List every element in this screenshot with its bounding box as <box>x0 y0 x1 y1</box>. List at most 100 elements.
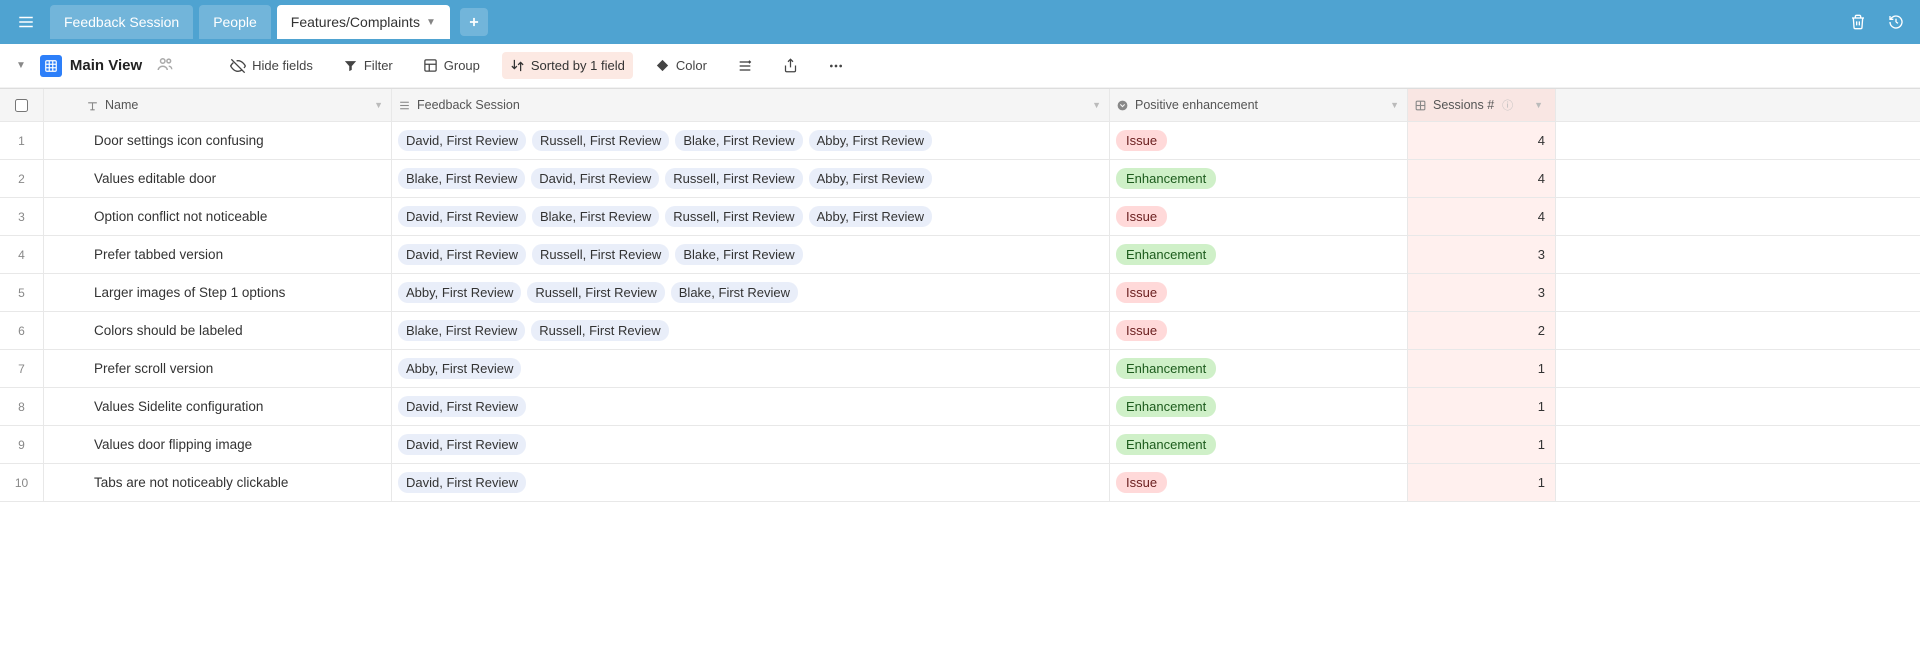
chevron-down-icon[interactable]: ▼ <box>1532 100 1545 110</box>
row-number[interactable]: 9 <box>0 426 44 463</box>
table-row[interactable]: 7Prefer scroll version Abby, First Review… <box>0 350 1920 388</box>
cell-positive[interactable]: Enhancement <box>1110 426 1408 463</box>
linked-record-chip[interactable]: Abby, First Review <box>398 358 521 379</box>
cell-name[interactable]: Prefer scroll version <box>44 350 392 387</box>
linked-record-chip[interactable]: Russell, First Review <box>532 130 669 151</box>
row-number[interactable]: 2 <box>0 160 44 197</box>
select-all-cell[interactable] <box>0 89 44 121</box>
cell-positive[interactable]: Enhancement <box>1110 350 1408 387</box>
cell-name[interactable]: Option conflict not noticeable <box>44 198 392 235</box>
cell-name[interactable]: Prefer tabbed version <box>44 236 392 273</box>
history-icon[interactable] <box>1880 6 1912 38</box>
cell-feedback[interactable]: David, First Review Blake, First Review Ru… <box>392 198 1110 235</box>
cell-feedback[interactable]: Blake, First Review David, First Review Ru… <box>392 160 1110 197</box>
cell-positive[interactable]: Issue <box>1110 312 1408 349</box>
cell-sessions[interactable]: 1 <box>1408 426 1556 463</box>
cell-feedback[interactable]: David, First Review <box>392 426 1110 463</box>
linked-record-chip[interactable]: Blake, First Review <box>671 282 798 303</box>
row-number[interactable]: 7 <box>0 350 44 387</box>
linked-record-chip[interactable]: David, First Review <box>398 206 526 227</box>
cell-positive[interactable]: Enhancement <box>1110 388 1408 425</box>
column-header-sessions[interactable]: Sessions # ⓘ ▼ <box>1408 89 1556 121</box>
cell-name[interactable]: Values editable door <box>44 160 392 197</box>
cell-positive[interactable]: Enhancement <box>1110 160 1408 197</box>
table-row[interactable]: 6Colors should be labeledBlake, First Re… <box>0 312 1920 350</box>
linked-record-chip[interactable]: Blake, First Review <box>532 206 659 227</box>
cell-name[interactable]: Values door flipping image <box>44 426 392 463</box>
chevron-down-icon[interactable]: ▼ <box>1388 100 1401 110</box>
cell-name[interactable]: Larger images of Step 1 options <box>44 274 392 311</box>
menu-button[interactable] <box>8 4 44 40</box>
linked-record-chip[interactable]: David, First Review <box>398 130 526 151</box>
cell-sessions[interactable]: 1 <box>1408 464 1556 501</box>
linked-record-chip[interactable]: Blake, First Review <box>675 244 802 265</box>
collaborators-icon[interactable] <box>156 55 174 76</box>
linked-record-chip[interactable]: David, First Review <box>398 244 526 265</box>
select-all-checkbox[interactable] <box>15 99 28 112</box>
chevron-down-icon[interactable]: ▼ <box>426 17 436 28</box>
cell-feedback[interactable]: David, First Review <box>392 388 1110 425</box>
row-number[interactable]: 5 <box>0 274 44 311</box>
filter-button[interactable]: Filter <box>335 52 401 79</box>
linked-record-chip[interactable]: Abby, First Review <box>809 130 932 151</box>
chevron-down-icon[interactable]: ▼ <box>1090 100 1103 110</box>
color-button[interactable]: Color <box>647 52 715 79</box>
linked-record-chip[interactable]: Russell, First Review <box>665 206 802 227</box>
table-row[interactable]: 2Values editable doorBlake, First Review… <box>0 160 1920 198</box>
cell-name[interactable]: Tabs are not noticeably clickable <box>44 464 392 501</box>
cell-positive[interactable]: Issue <box>1110 464 1408 501</box>
row-height-button[interactable] <box>729 52 761 80</box>
linked-record-chip[interactable]: Blake, First Review <box>398 168 525 189</box>
cell-sessions[interactable]: 4 <box>1408 198 1556 235</box>
cell-name[interactable]: Door settings icon confusing <box>44 122 392 159</box>
sort-button[interactable]: Sorted by 1 field <box>502 52 633 79</box>
cell-positive[interactable]: Issue <box>1110 122 1408 159</box>
cell-feedback[interactable]: Blake, First ReviewRussell, First Review <box>392 312 1110 349</box>
hide-fields-button[interactable]: Hide fields <box>222 52 321 80</box>
cell-feedback[interactable]: David, First Review Russell, First Review… <box>392 236 1110 273</box>
info-icon[interactable]: ⓘ <box>1502 97 1513 113</box>
column-header-feedback[interactable]: Feedback Session ▼ <box>392 89 1110 121</box>
table-row[interactable]: 5Larger images of Step 1 options Abby, Fi… <box>0 274 1920 312</box>
cell-sessions[interactable]: 4 <box>1408 122 1556 159</box>
linked-record-chip[interactable]: Russell, First Review <box>665 168 802 189</box>
table-row[interactable]: 1Door settings icon confusingDavid, Firs… <box>0 122 1920 160</box>
cell-sessions[interactable]: 4 <box>1408 160 1556 197</box>
column-header-positive[interactable]: Positive enhancement ▼ <box>1110 89 1408 121</box>
table-row[interactable]: 9Values door flipping image David, First … <box>0 426 1920 464</box>
cell-positive[interactable]: Issue <box>1110 274 1408 311</box>
cell-sessions[interactable]: 2 <box>1408 312 1556 349</box>
share-view-button[interactable] <box>775 52 806 79</box>
row-number[interactable]: 4 <box>0 236 44 273</box>
row-number[interactable]: 1 <box>0 122 44 159</box>
linked-record-chip[interactable]: David, First Review <box>398 434 526 455</box>
cell-positive[interactable]: Issue <box>1110 198 1408 235</box>
cell-sessions[interactable]: 1 <box>1408 350 1556 387</box>
tab-feedback-session[interactable]: Feedback Session <box>50 5 193 39</box>
cell-feedback[interactable]: David, First Review <box>392 464 1110 501</box>
linked-record-chip[interactable]: Blake, First Review <box>398 320 525 341</box>
table-row[interactable]: 8Values Sidelite configuration David, Fir… <box>0 388 1920 426</box>
row-number[interactable]: 6 <box>0 312 44 349</box>
cell-positive[interactable]: Enhancement <box>1110 236 1408 273</box>
tab-people[interactable]: People <box>199 5 271 39</box>
cell-name[interactable]: Colors should be labeled <box>44 312 392 349</box>
linked-record-chip[interactable]: David, First Review <box>398 396 526 417</box>
column-header-name[interactable]: Name ▼ <box>44 89 392 121</box>
linked-record-chip[interactable]: David, First Review <box>398 472 526 493</box>
chevron-down-icon[interactable]: ▼ <box>372 100 385 110</box>
linked-record-chip[interactable]: David, First Review <box>531 168 659 189</box>
cell-name[interactable]: Values Sidelite configuration <box>44 388 392 425</box>
cell-sessions[interactable]: 3 <box>1408 274 1556 311</box>
trash-icon[interactable] <box>1842 6 1874 38</box>
cell-feedback[interactable]: David, First Review Russell, First Review… <box>392 122 1110 159</box>
linked-record-chip[interactable]: Russell, First Review <box>527 282 664 303</box>
table-row[interactable]: 4Prefer tabbed versionDavid, First Revie… <box>0 236 1920 274</box>
views-menu-caret[interactable]: ▼ <box>16 60 26 71</box>
linked-record-chip[interactable]: Russell, First Review <box>532 244 669 265</box>
more-options-button[interactable] <box>820 52 852 80</box>
cell-sessions[interactable]: 1 <box>1408 388 1556 425</box>
view-switcher[interactable]: Main View <box>40 55 142 77</box>
linked-record-chip[interactable]: Abby, First Review <box>398 282 521 303</box>
row-number[interactable]: 8 <box>0 388 44 425</box>
